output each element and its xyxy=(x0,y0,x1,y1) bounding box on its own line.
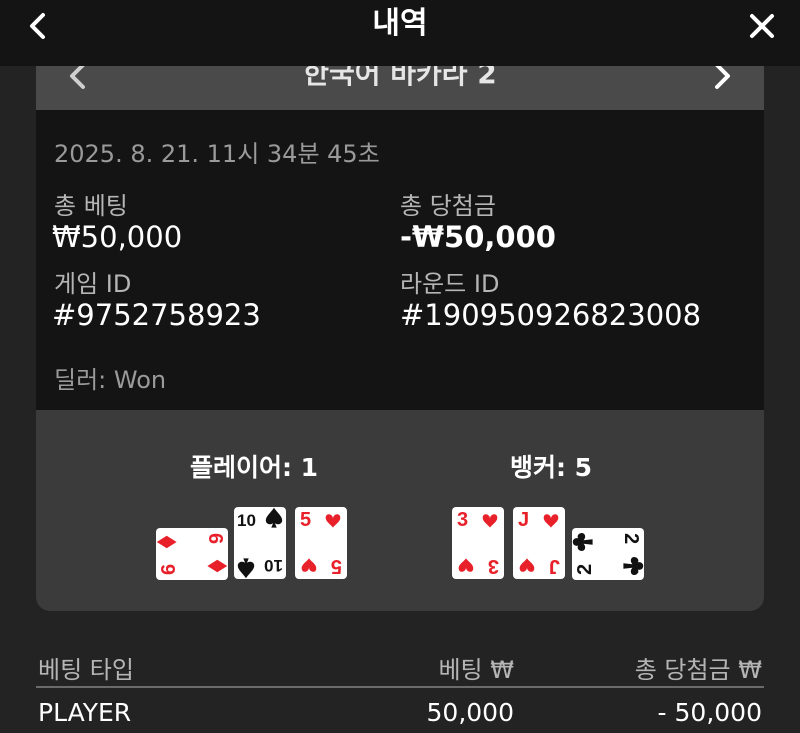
player-card-3-rank-bottom: 5 xyxy=(331,555,342,577)
player-card-1-rank: 6 xyxy=(204,533,226,544)
round-details: 2025. 8. 21. 11시 34분 45초 총 베팅 ₩50,000 총 … xyxy=(36,110,764,410)
spade-icon xyxy=(265,507,283,528)
total-win-value: -₩50,000 xyxy=(400,220,556,254)
player-card-3-rank: 5 xyxy=(300,509,311,531)
player-score: 플레이어: 1 xyxy=(189,453,319,482)
heart-icon xyxy=(543,514,559,528)
bet-table: 베팅 타입 베팅 ₩ 총 당첨금 ₩ PLAYER 50,000 - 50,00… xyxy=(36,640,764,733)
player-card-3: 55 xyxy=(295,507,347,579)
spade-icon xyxy=(237,558,255,579)
total-win-cell: - 50,000 xyxy=(657,698,762,727)
game-id-label: 게임 ID xyxy=(54,270,132,298)
close-icon xyxy=(750,14,774,38)
round-detail-card: 한국어 바카라 2 2025. 8. 21. 11시 34분 45초 총 베팅 … xyxy=(36,40,764,611)
total-bet-value: ₩50,000 xyxy=(52,220,183,254)
heart-icon xyxy=(325,514,341,528)
total-bet-label: 총 베팅 xyxy=(54,192,128,220)
banker-card-2-rank-bottom: J xyxy=(549,555,560,577)
player-card-2-rank-bottom: 10 xyxy=(264,556,283,575)
player-card-2: 10 10 xyxy=(234,507,286,579)
column-total-win: 총 당첨금 ₩ xyxy=(634,656,762,684)
diamond-icon xyxy=(207,559,228,573)
club-icon xyxy=(623,556,644,576)
banker-card-3-rank-bottom: 2 xyxy=(574,564,596,575)
column-bet-type: 베팅 타입 xyxy=(38,656,134,684)
hand-result: 플레이어: 1 뱅커: 5 6 6 10 10 5 5 33JJ22 xyxy=(36,410,764,611)
banker-card-1: 33 xyxy=(452,507,504,579)
chevron-right-icon xyxy=(715,63,730,89)
banker-card-1-rank-bottom: 3 xyxy=(488,555,499,577)
total-win-label: 총 당첨금 xyxy=(400,192,496,220)
top-bar: 내역 xyxy=(0,0,800,66)
banker-card-3-rank: 2 xyxy=(620,533,642,544)
banker-card-1-rank: 3 xyxy=(457,509,468,531)
dealer-name: 딜러: Won xyxy=(54,366,167,394)
bet-type-cell: PLAYER xyxy=(38,698,132,727)
bet-table-header: 베팅 타입 베팅 ₩ 총 당첨금 ₩ xyxy=(36,640,764,688)
heart-icon xyxy=(519,558,535,572)
page-title: 내역 xyxy=(372,6,428,41)
banker-card-2-rank: J xyxy=(518,509,529,531)
player-card-1: 66 xyxy=(156,528,228,580)
club-icon xyxy=(572,532,593,552)
close-button[interactable] xyxy=(742,6,782,46)
round-id-label: 라운드 ID xyxy=(400,270,500,298)
diamond-icon xyxy=(156,535,177,549)
banker-card-3: 22 xyxy=(572,528,644,580)
heart-icon xyxy=(458,558,474,572)
banker-card-2: JJ xyxy=(513,507,565,579)
banker-score: 뱅커: 5 xyxy=(509,453,593,482)
bet-amount-cell: 50,000 xyxy=(426,698,514,727)
table-row: PLAYER 50,000 - 50,000 xyxy=(36,688,764,733)
round-timestamp: 2025. 8. 21. 11시 34분 45초 xyxy=(54,140,380,168)
heart-icon xyxy=(301,558,317,572)
player-card-1-rank-bottom: 6 xyxy=(158,564,180,575)
heart-icon xyxy=(482,514,498,528)
round-id-value: #190950926823008 xyxy=(400,298,702,332)
column-bet-amount: 베팅 ₩ xyxy=(438,656,514,684)
game-id-value: #9752758923 xyxy=(52,298,261,332)
player-card-2-rank: 10 xyxy=(237,511,256,530)
